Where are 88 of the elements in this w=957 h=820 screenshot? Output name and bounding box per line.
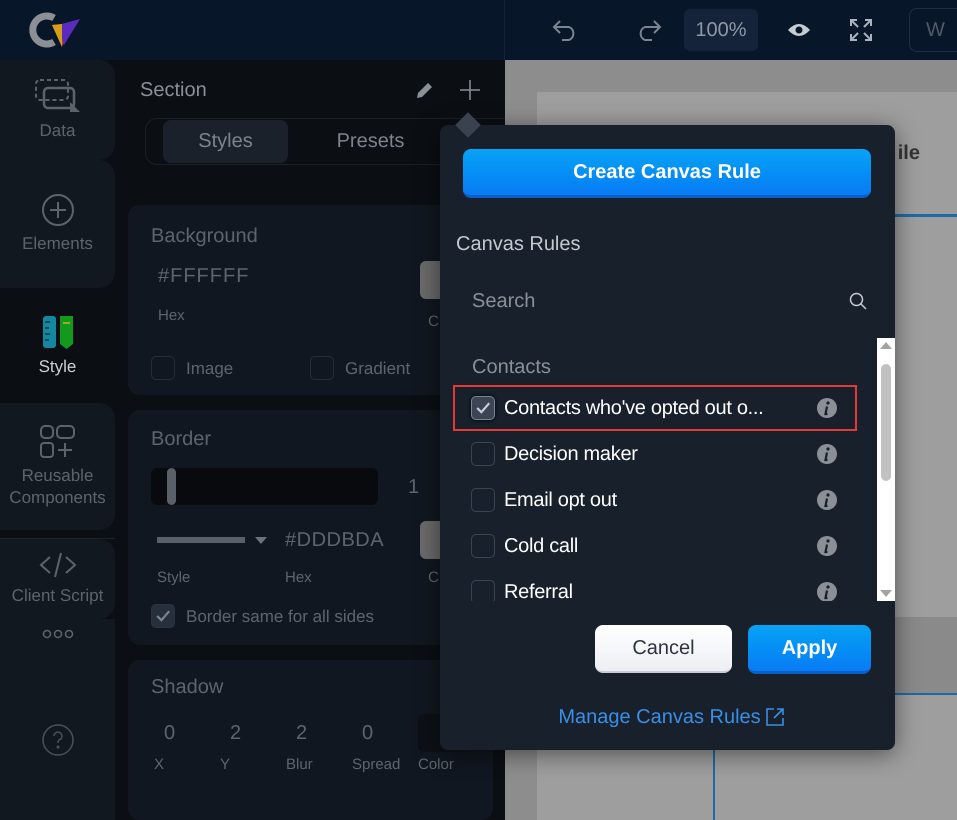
info-icon[interactable]	[817, 582, 837, 601]
option-label: Gradient	[345, 358, 410, 380]
scroll-up-icon[interactable]	[880, 342, 892, 349]
sidebar-item[interactable]: Client Script	[0, 539, 115, 619]
field-label: Spread	[352, 756, 402, 774]
panel-title: Section	[140, 78, 208, 103]
selection-icon	[34, 78, 82, 114]
pencils-icon	[42, 314, 74, 350]
sidebar-label: Style	[38, 356, 76, 378]
info-icon[interactable]	[817, 444, 837, 464]
tab[interactable]: Styles	[163, 120, 288, 163]
zoom-level[interactable]: 100%	[684, 9, 758, 51]
eye-icon[interactable]	[787, 22, 811, 38]
field-label: Blur	[286, 756, 314, 774]
info-icon[interactable]	[817, 398, 837, 418]
rule-label: Referral	[504, 580, 574, 601]
field-label: C	[428, 312, 440, 332]
slider-thumb[interactable]	[166, 468, 176, 505]
rule-label: Contacts who've opted out o...	[504, 396, 764, 421]
cancel-button[interactable]: Cancel	[595, 625, 732, 673]
rule-item[interactable]: Contacts who've opted out o...	[453, 385, 857, 431]
sidebar-label: Data	[40, 120, 76, 142]
checkbox[interactable]	[471, 488, 495, 512]
plus-icon[interactable]	[459, 78, 481, 101]
external-link-icon	[764, 707, 785, 727]
popover-title: Canvas Rules	[456, 232, 582, 257]
field-label: Style	[157, 568, 192, 588]
option-label: Border same for all sides	[186, 606, 374, 628]
sidebar-label: Elements	[22, 233, 93, 255]
field-label: Y	[220, 756, 232, 774]
shadow-value[interactable]: 2	[286, 714, 352, 752]
components-icon	[40, 424, 76, 458]
scroll-thumb[interactable]	[881, 364, 891, 481]
add-circle-icon	[40, 193, 74, 227]
rule-label: Cold call	[504, 534, 579, 559]
search-field[interactable]: Search	[472, 286, 849, 316]
width-slider[interactable]	[151, 468, 378, 505]
sidebar-item[interactable]: Reusable Components	[0, 403, 115, 530]
hex-value[interactable]: #DDDBDA	[285, 521, 420, 559]
section-title: Background	[151, 224, 258, 249]
rule-item[interactable]: Decision maker	[453, 431, 857, 477]
tab[interactable]: Presets	[308, 120, 433, 163]
info-icon[interactable]	[817, 536, 837, 556]
width-value: 1	[408, 474, 420, 500]
checkbox[interactable]	[471, 580, 495, 601]
check-icon	[156, 610, 170, 622]
checkbox[interactable]	[471, 534, 495, 558]
sidebar-item[interactable]: Elements	[0, 160, 115, 288]
check-icon	[476, 402, 490, 414]
help-icon[interactable]	[42, 724, 74, 756]
create-rule-button[interactable]: Create Canvas Rule	[463, 149, 871, 198]
checkbox[interactable]	[471, 396, 495, 420]
shadow-value[interactable]: 0	[154, 714, 220, 752]
info-icon[interactable]	[817, 490, 837, 510]
rule-label: Decision maker	[504, 442, 639, 467]
option-label: Image	[186, 358, 234, 380]
sidebar-label: Client Script	[12, 585, 104, 607]
field-label: X	[154, 756, 166, 774]
section-title: Border	[151, 427, 212, 452]
section-title: Shadow	[151, 675, 224, 700]
field-label: C	[428, 568, 440, 588]
field-label: Color	[418, 756, 455, 774]
shadow-value[interactable]: 0	[352, 714, 418, 752]
search-icon	[849, 292, 867, 310]
group-heading: Contacts	[472, 355, 552, 379]
checkbox[interactable]	[151, 604, 175, 628]
scrollbar[interactable]	[877, 338, 895, 601]
rule-item[interactable]: Cold call	[453, 523, 857, 569]
canvas-tab-label: ile	[898, 141, 920, 166]
field-label: Hex	[158, 306, 186, 326]
code-icon	[38, 551, 76, 579]
search-field[interactable]: W	[909, 8, 957, 52]
apply-button[interactable]: Apply	[748, 625, 871, 674]
rule-item[interactable]: Email opt out	[453, 477, 857, 523]
checkbox[interactable]	[471, 442, 495, 466]
caret-icon	[255, 536, 267, 544]
field-label: Hex	[285, 568, 313, 588]
hex-value[interactable]: #FFFFFF	[158, 261, 420, 291]
line-style-icon	[157, 537, 245, 543]
sidebar-label: Reusable Components	[8, 464, 107, 508]
manage-rules-link[interactable]: Manage Canvas Rules	[550, 702, 785, 732]
shadow-value[interactable]: 2	[220, 714, 286, 752]
sidebar-item[interactable]: Data	[0, 60, 115, 160]
more-icon[interactable]	[42, 629, 74, 639]
rule-label: Email opt out	[504, 488, 618, 513]
rule-item[interactable]: Referral	[453, 569, 857, 601]
scroll-down-icon[interactable]	[880, 590, 892, 597]
expand-icon[interactable]	[850, 19, 872, 41]
